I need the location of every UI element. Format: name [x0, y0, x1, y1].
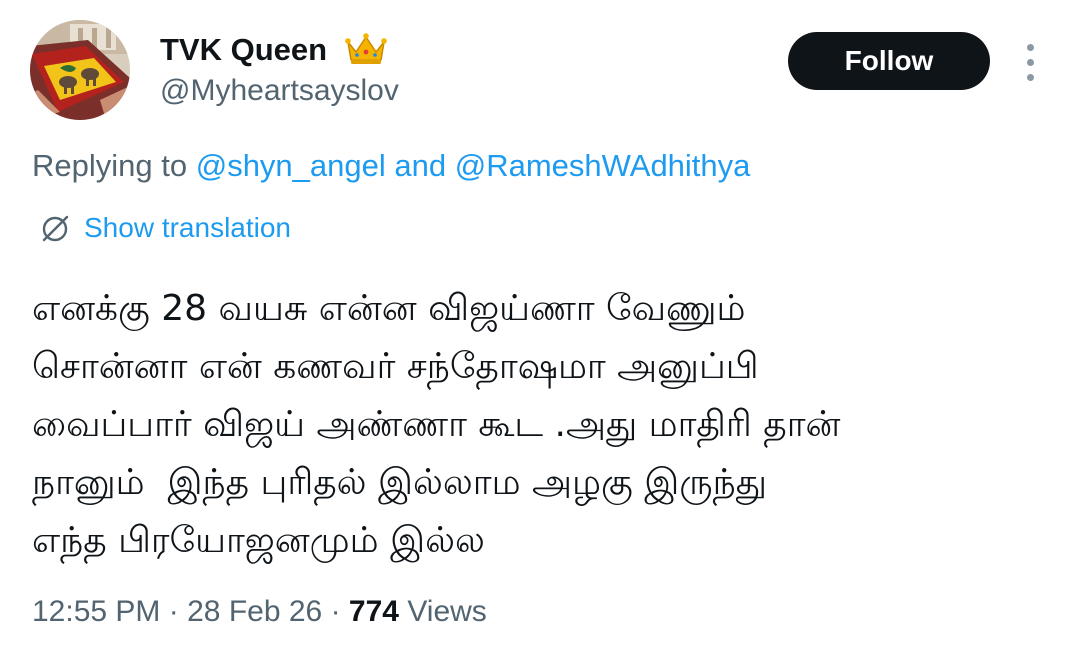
more-vertical-icon-dot	[1027, 59, 1034, 66]
tweet-meta: 12:55 PM · 28 Feb 26 · 774 Views	[32, 592, 487, 632]
reply-mention-rameshwadhithya[interactable]: @RameshWAdhithya	[455, 148, 751, 183]
tweet-text-line: நானும் இந்த புரிதல் இல்லாம அழகு இருந்து	[32, 462, 767, 503]
more-options-button[interactable]	[1014, 40, 1046, 84]
meta-separator: ·	[168, 595, 179, 628]
more-vertical-icon-dot	[1027, 74, 1034, 81]
tweet-text-line: எனக்கு 28 வயசு என்ன விஜய்ணா வேணும்	[32, 288, 746, 329]
avatar[interactable]	[30, 20, 130, 120]
more-vertical-icon-dot	[1027, 44, 1034, 51]
replying-to-line: Replying to @shyn_angel and @RameshWAdhi…	[32, 146, 750, 186]
reply-mention-shyn-angel[interactable]: @shyn_angel	[196, 148, 386, 183]
tweet-text-line: சொன்னா என் கணவர் சந்தோஷமா அனுப்பி	[32, 346, 759, 387]
crown-icon	[345, 33, 387, 64]
replying-to-label: Replying to	[32, 148, 188, 183]
follow-button[interactable]: Follow	[788, 32, 990, 90]
author-name[interactable]: TVK Queen	[160, 30, 327, 70]
tweet-time[interactable]: 12:55 PM	[32, 595, 160, 628]
author-handle[interactable]: @Myheartsayslov	[160, 72, 399, 110]
tweet-text-line: எந்த பிரயோஜனமும் இல்ல	[32, 520, 485, 561]
views-label: Views	[407, 595, 487, 628]
tweet-text-line: வைப்பார் விஜய் அண்ணா கூட .அது மாதிரி தான…	[32, 404, 841, 445]
show-translation-label: Show translation	[84, 212, 292, 243]
views-count: 774	[348, 595, 399, 628]
meta-separator: ·	[330, 595, 341, 628]
tweet-date[interactable]: 28 Feb 26	[187, 595, 322, 628]
reply-mention-conjunction: and	[394, 148, 447, 183]
tweet-text: எனக்கு 28 வயசு என்ன விஜய்ணா வேணும் சொன்ன…	[32, 280, 1062, 570]
avatar-image	[30, 20, 130, 120]
globe-icon	[42, 215, 69, 242]
